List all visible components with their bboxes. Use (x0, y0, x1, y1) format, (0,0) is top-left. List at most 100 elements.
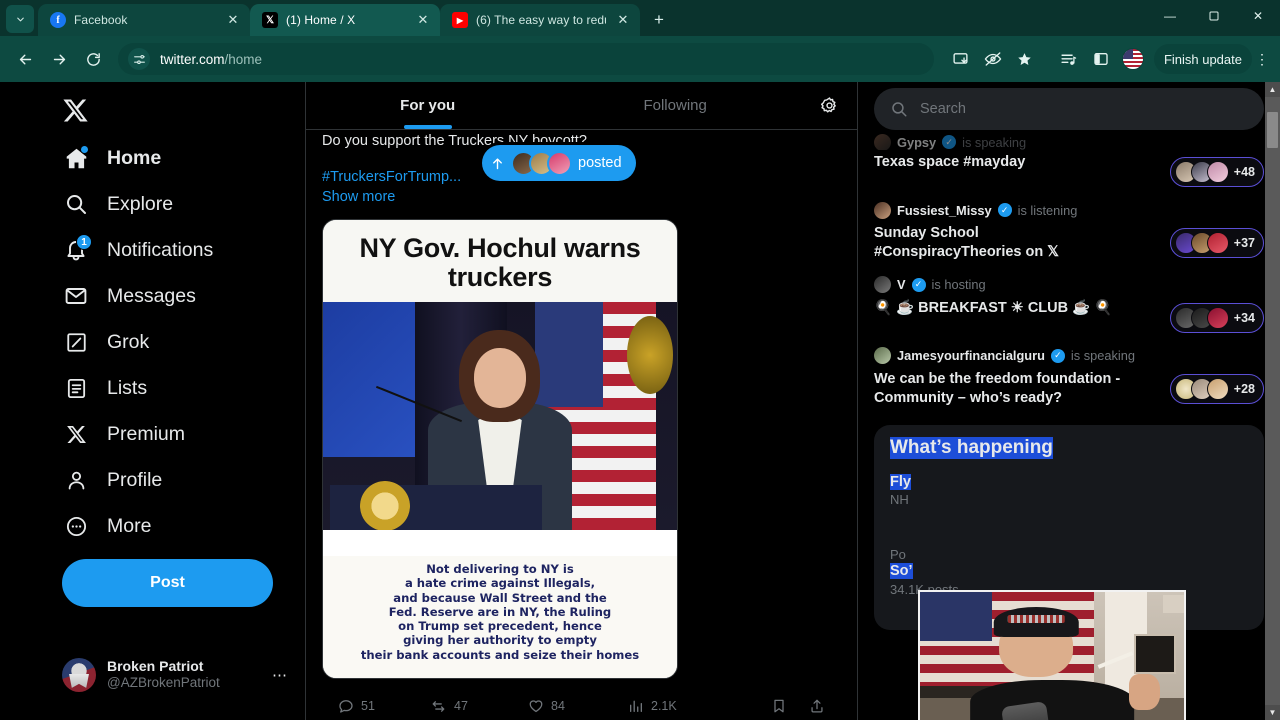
close-icon[interactable]: ✕ (224, 11, 242, 29)
space-host: V (897, 277, 906, 293)
address-bar[interactable]: twitter.com/home (118, 43, 934, 75)
media-headline-band: NY Gov. Hochul warns truckers (323, 220, 677, 303)
verified-icon: ✓ (942, 135, 957, 149)
share-icon[interactable] (809, 698, 825, 714)
account-names: Broken Patriot @AZBrokenPatriot (107, 658, 259, 692)
sidebar-item-label: Grok (107, 330, 150, 353)
space-item[interactable]: Fussiest_Missy ✓ is listening Sunday Sch… (874, 197, 1264, 272)
feed-tabs: For you Following (306, 82, 857, 130)
eye-off-icon[interactable] (978, 44, 1008, 74)
maximize-button[interactable] (1192, 0, 1236, 32)
browser-tab-youtube[interactable]: ▶ (6) The easy way to reduce crime - You… (440, 4, 640, 36)
tab-search-button[interactable] (6, 5, 34, 33)
space-host: Jamesyourfinancialguru (897, 348, 1045, 364)
back-icon[interactable] (10, 44, 40, 74)
sidebar-item-explore[interactable]: Explore (62, 181, 305, 227)
minimize-button[interactable]: — (1148, 0, 1192, 32)
search-input[interactable]: Search (874, 88, 1264, 130)
reply-button[interactable]: 51 (338, 698, 430, 714)
scrollbar-thumb[interactable] (1267, 112, 1278, 148)
reading-list-icon[interactable] (1054, 44, 1084, 74)
close-icon[interactable]: ✕ (614, 11, 632, 29)
tweet-secondary-actions (771, 698, 825, 714)
profile-avatar[interactable] (1118, 44, 1148, 74)
space-listeners-pill[interactable]: +37 (1169, 228, 1264, 258)
space-listeners-pill[interactable]: +34 (1169, 302, 1264, 333)
site-settings-icon[interactable] (128, 48, 150, 70)
page-scrollbar[interactable]: ▲ ▼ (1265, 82, 1280, 720)
webcam-overlay[interactable] (918, 590, 1186, 720)
tweet-media-image[interactable]: NY Gov. Hochul warns truckers Not delive… (322, 219, 678, 680)
up-arrow-icon (490, 156, 505, 171)
tab-label: Following (643, 97, 707, 114)
retweet-count: 47 (454, 699, 468, 714)
bookmark-star-icon[interactable] (1010, 44, 1040, 74)
scrollbar-track[interactable] (1265, 97, 1280, 705)
sidebar-item-label: Messages (107, 284, 196, 307)
space-row: Sunday School #ConspiracyTheories on 𝕏 +… (874, 224, 1264, 262)
tweet: Do you support the Truckers NY boycott? … (306, 132, 857, 720)
sidebar-item-profile[interactable]: Profile (62, 457, 305, 503)
sidebar-item-label: Lists (107, 376, 148, 399)
space-listeners-pill[interactable]: +28 (1169, 373, 1264, 404)
side-panel-icon[interactable] (1086, 44, 1116, 74)
space-item[interactable]: V ✓ is hosting 🍳 ☕ BREAKFAST ☀ CLUB ☕ 🍳 (874, 272, 1264, 343)
close-icon[interactable]: ✕ (414, 11, 432, 29)
space-item[interactable]: Gypsy ✓ is speaking Texas space #mayday (874, 132, 1264, 197)
space-title: Sunday School #ConspiracyTheories on 𝕏 (874, 225, 1059, 260)
media-caption-band: Not delivering to NY is a hate crime aga… (323, 556, 677, 679)
listener-avatars (1174, 377, 1229, 400)
scroll-down-arrow[interactable]: ▼ (1265, 705, 1280, 720)
ellipsis-icon[interactable]: ⋯ (270, 666, 287, 684)
account-switcher[interactable]: Broken Patriot @AZBrokenPatriot ⋯ (62, 658, 287, 692)
close-button[interactable]: ✕ (1236, 0, 1280, 32)
sidebar-item-notifications[interactable]: 1 Notifications (62, 227, 305, 273)
new-tab-button[interactable]: + (646, 7, 672, 33)
verified-icon: ✓ (911, 277, 926, 292)
sidebar-item-lists[interactable]: Lists (62, 365, 305, 411)
retweet-button[interactable]: 47 (430, 698, 528, 715)
browser-tab-x[interactable]: 𝕏 (1) Home / X ✕ (250, 4, 440, 36)
space-row: We can be the freedom foundation - Commu… (874, 370, 1264, 408)
scroll-up-arrow[interactable]: ▲ (1265, 82, 1280, 97)
browser-window: f Facebook ✕ 𝕏 (1) Home / X ✕ ▶ (6) The … (0, 0, 1280, 720)
finish-update-button[interactable]: Finish update (1153, 44, 1252, 74)
space-title: We can be the freedom foundation - Commu… (874, 370, 1121, 406)
x-logo[interactable] (62, 88, 107, 133)
space-status: is speaking (1070, 348, 1135, 364)
listener-avatars (1174, 232, 1229, 254)
forward-icon[interactable] (44, 44, 74, 74)
bookmark-icon[interactable] (771, 698, 787, 714)
sidebar-item-grok[interactable]: Grok (62, 319, 305, 365)
search-placeholder: Search (920, 101, 966, 117)
space-item[interactable]: Jamesyourfinancialguru ✓ is speaking We … (874, 343, 1264, 418)
show-more-link[interactable]: Show more (322, 189, 841, 205)
install-app-icon[interactable] (946, 44, 976, 74)
kebab-menu-icon[interactable]: ⋮ (1254, 51, 1270, 68)
avatar (874, 201, 891, 219)
like-button[interactable]: 84 (528, 698, 628, 714)
sidebar-item-more[interactable]: More (62, 503, 305, 549)
space-host: Fussiest_Missy (897, 202, 992, 218)
sidebar-item-home[interactable]: Home (62, 135, 305, 181)
tab-for-you[interactable]: For you (306, 82, 549, 129)
gear-icon[interactable] (801, 82, 857, 129)
trend-item[interactable]: Fly NH (890, 473, 1248, 507)
space-listeners-pill[interactable]: +48 (1169, 157, 1264, 187)
verified-icon: ✓ (997, 203, 1012, 217)
post-button[interactable]: Post (62, 559, 273, 607)
spaces-list: Gypsy ✓ is speaking Texas space #mayday (874, 132, 1264, 417)
sidebar-item-messages[interactable]: Messages (62, 273, 305, 319)
reload-icon[interactable] (78, 44, 108, 74)
avatar (62, 657, 96, 692)
bell-icon: 1 (62, 234, 92, 264)
space-host: Gypsy (897, 134, 937, 150)
more-circle-icon (62, 512, 90, 540)
browser-tab-facebook[interactable]: f Facebook ✕ (38, 4, 250, 36)
views-button[interactable]: 2.1K (628, 698, 738, 714)
listener-count: +37 (1233, 236, 1255, 250)
tab-title: (1) Home / X (286, 13, 356, 27)
sidebar-item-premium[interactable]: Premium (62, 411, 305, 457)
new-posts-pill[interactable]: posted (482, 145, 636, 181)
tab-following[interactable]: Following (549, 82, 801, 129)
